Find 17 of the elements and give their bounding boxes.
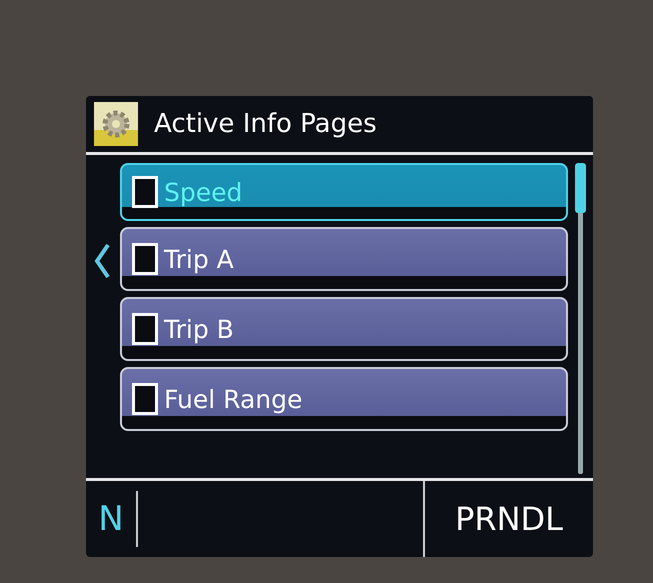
menu-item[interactable]: Trip B [120,297,568,361]
item-label: Trip B [164,314,234,344]
chevron-left-icon[interactable] [94,243,110,279]
checkbox[interactable] [132,313,158,345]
gear-indicator: N [86,491,138,547]
menu-item[interactable]: Trip A [120,227,568,291]
item-label: Speed [164,178,242,206]
screen-title: Active Info Pages [154,109,377,139]
scrollbar[interactable] [578,163,583,474]
menu-item[interactable]: Fuel Range [120,367,568,431]
shift-mode-label: PRNDL [454,500,564,538]
checkbox[interactable] [132,383,158,415]
checkbox[interactable] [132,243,158,275]
item-label: Fuel Range [164,384,302,414]
item-label: Trip A [164,244,234,274]
gear-icon [94,102,138,146]
checkbox[interactable] [132,176,158,208]
